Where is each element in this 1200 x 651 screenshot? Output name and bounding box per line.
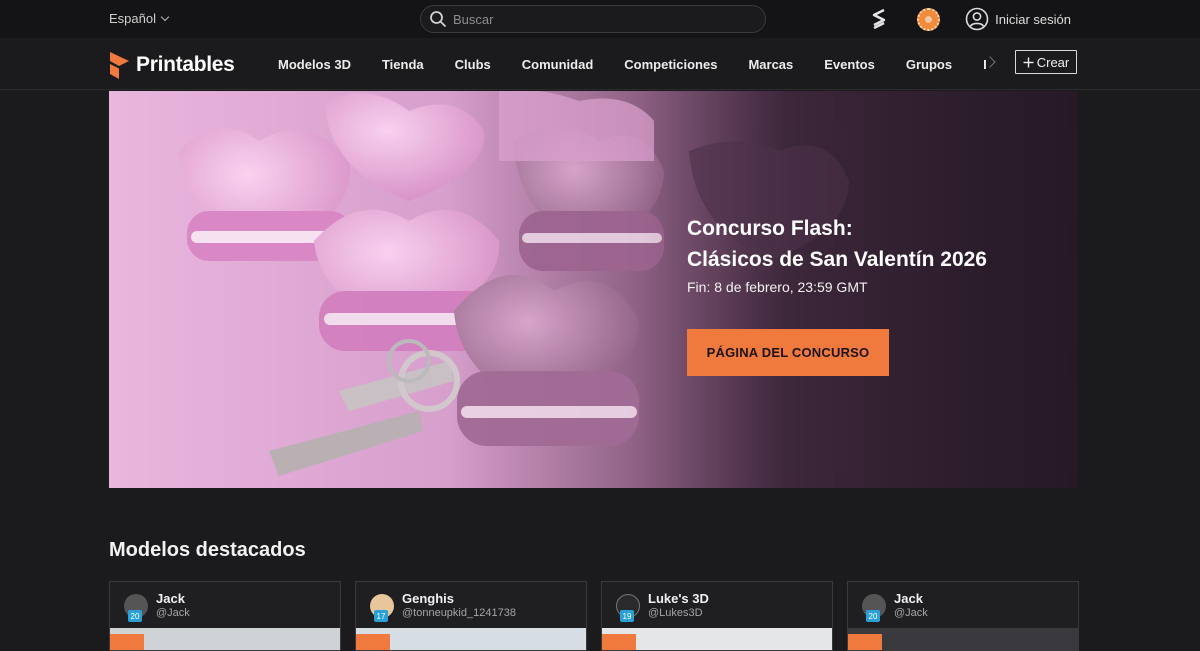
create-button[interactable]: Crear	[1015, 50, 1077, 74]
nav-item-clubs[interactable]: Clubs	[455, 57, 491, 72]
level-badge: 20	[128, 610, 142, 622]
chevron-right-icon[interactable]	[984, 56, 996, 68]
nav-item-marcas[interactable]: Marcas	[748, 57, 793, 72]
nav-item-eventos[interactable]: Eventos	[824, 57, 875, 72]
top-right-actions: Iniciar sesión	[867, 7, 1071, 31]
model-card[interactable]: 20 Jack @Jack	[847, 581, 1079, 651]
level-badge: 20	[866, 610, 880, 622]
featured-cards: 20 Jack @Jack 17 Genghis @tonneupkid_124…	[109, 581, 1079, 651]
printables-logo[interactable]: Printables	[109, 50, 235, 80]
level-badge: 19	[620, 610, 634, 622]
author-handle: @tonneupkid_1241738	[402, 607, 516, 619]
card-tag	[848, 634, 882, 650]
prusaslicer-icon[interactable]	[867, 7, 891, 31]
user-icon	[965, 7, 989, 31]
author-handle: @Jack	[894, 607, 928, 619]
card-tag	[602, 634, 636, 650]
chevron-down-icon	[160, 12, 170, 21]
nav-item-modelos-3d[interactable]: Modelos 3D	[278, 57, 351, 72]
main-nav: Printables Modelos 3D Tienda Clubs Comun…	[0, 38, 1200, 90]
nav-item-comunidad[interactable]: Comunidad	[522, 57, 594, 72]
language-selector[interactable]: Español	[109, 11, 170, 26]
author-handle: @Jack	[156, 607, 190, 619]
nav-item-competiciones[interactable]: Competiciones	[624, 57, 717, 72]
author-name[interactable]: Luke's 3D	[648, 591, 709, 606]
logo-icon	[110, 52, 129, 79]
level-badge: 17	[374, 610, 388, 622]
nav-item-grupos[interactable]: Grupos	[906, 57, 952, 72]
author-name[interactable]: Genghis	[402, 591, 454, 606]
language-label: Español	[109, 11, 156, 26]
search-icon	[430, 11, 446, 27]
search-input[interactable]	[453, 11, 753, 27]
author-name[interactable]: Jack	[156, 591, 185, 606]
prusameters-icon[interactable]	[917, 7, 941, 31]
login-label: Iniciar sesión	[995, 11, 1071, 27]
top-bar: Español Iniciar sesión	[0, 0, 1200, 38]
model-card[interactable]: 20 Jack @Jack	[109, 581, 341, 651]
plus-icon	[1023, 57, 1034, 67]
hero-banner: Concurso Flash: Clásicos de San Valentín…	[109, 91, 1077, 488]
section-title: Modelos destacados	[109, 539, 306, 561]
login-button[interactable]: Iniciar sesión	[965, 7, 1071, 31]
hero-title-line1: Concurso Flash:	[687, 217, 853, 240]
card-tag	[110, 634, 144, 650]
create-label: Crear	[1036, 54, 1070, 70]
model-card[interactable]: 19 Luke's 3D @Lukes3D	[601, 581, 833, 651]
hero-text: Concurso Flash: Clásicos de San Valentín…	[687, 213, 987, 295]
author-name[interactable]: Jack	[894, 591, 923, 606]
card-tag	[356, 634, 390, 650]
search-box[interactable]	[420, 5, 766, 33]
contest-page-button[interactable]: PÁGINA DEL CONCURSO	[687, 329, 889, 376]
nav-item-tienda[interactable]: Tienda	[382, 57, 424, 72]
nav-items: Modelos 3D Tienda Clubs Comunidad Compet…	[278, 38, 986, 90]
model-card[interactable]: 17 Genghis @tonneupkid_1241738	[355, 581, 587, 651]
logo-text: Printables	[136, 53, 235, 76]
hero-title-line2: Clásicos de San Valentín 2026	[687, 248, 987, 271]
author-handle: @Lukes3D	[648, 607, 703, 619]
hero-subtitle: Fin: 8 de febrero, 23:59 GMT	[687, 279, 868, 295]
